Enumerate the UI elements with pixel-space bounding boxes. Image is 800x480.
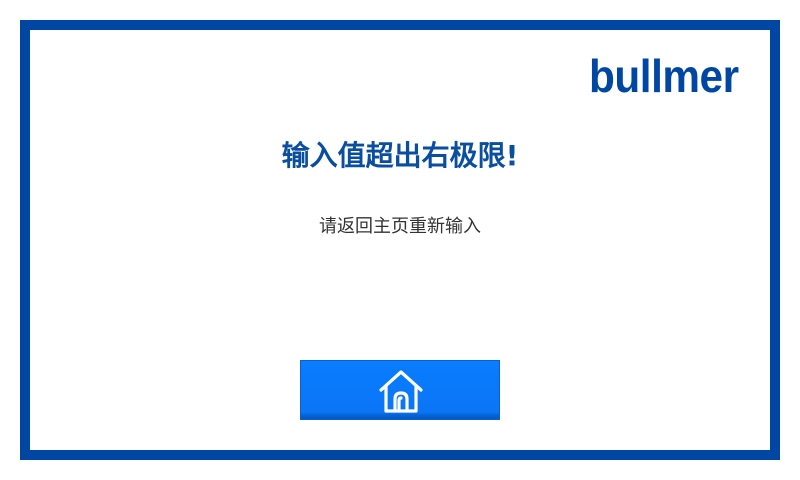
- brand-logo: bullmer: [589, 50, 739, 102]
- alert-message: 请返回主页重新输入: [319, 216, 481, 237]
- screen: bullmer 输入值超出右极限! 请返回主页重新输入: [0, 0, 800, 480]
- home-icon: [379, 370, 423, 413]
- home-button[interactable]: [300, 360, 500, 420]
- alert-title: 输入值超出右极限!: [281, 139, 519, 172]
